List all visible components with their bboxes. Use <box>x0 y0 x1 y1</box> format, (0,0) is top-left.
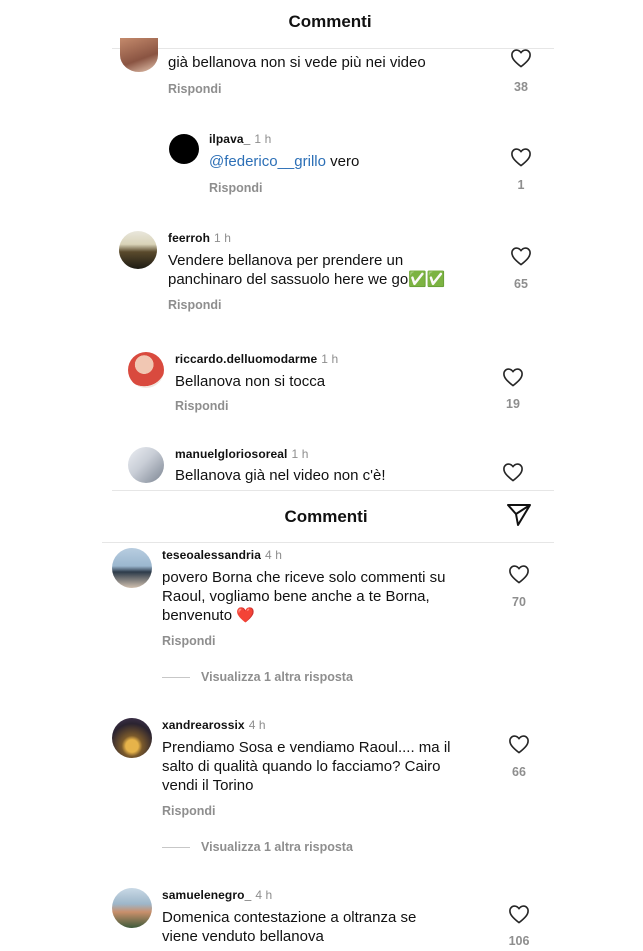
check-emoji: ✅✅ <box>408 271 446 288</box>
heart-icon[interactable] <box>502 367 524 387</box>
comment-username[interactable]: riccardo.delluomodarme 1 h <box>175 352 338 366</box>
comment-text: povero Borna che riceve solo commenti su… <box>162 569 446 624</box>
avatar[interactable] <box>120 38 158 72</box>
avatar[interactable] <box>128 447 164 483</box>
view-more-replies[interactable]: Visualizza 1 altra risposta <box>201 670 353 684</box>
panel1-title: Commenti <box>288 12 372 31</box>
reply-button[interactable]: Rispondi <box>209 181 262 195</box>
reply-button[interactable]: Rispondi <box>162 804 215 818</box>
comment-text: Vendere bellanova per prendere un panchi… <box>168 252 446 288</box>
panel2-title: Commenti <box>284 507 368 526</box>
panel-separator <box>112 490 554 491</box>
heart-emoji: ❤️ <box>236 607 255 624</box>
header-divider <box>112 48 554 49</box>
like-count: 38 <box>514 80 528 94</box>
comment-username[interactable]: samuelenegro_ 4 h <box>162 888 272 902</box>
reply-button[interactable]: Rispondi <box>168 82 221 96</box>
reply-button[interactable]: Rispondi <box>168 298 221 312</box>
heart-icon[interactable] <box>510 48 532 68</box>
comment-text: già bellanova non si vede più nei video <box>168 54 426 71</box>
comment-username[interactable]: feerroh 1 h <box>168 231 231 245</box>
avatar[interactable] <box>112 548 152 588</box>
comment-text: Bellanova non si tocca <box>175 373 326 390</box>
avatar[interactable] <box>112 888 152 928</box>
comment-text: Prendiamo Sosa e vendiamo Raoul.... ma i… <box>162 739 451 794</box>
like-count: 65 <box>514 277 528 291</box>
reply-button[interactable]: Rispondi <box>162 634 215 648</box>
comment-text: Domenica contestazione a oltranza se vie… <box>162 909 417 945</box>
heart-icon[interactable] <box>510 246 532 266</box>
heart-icon[interactable] <box>508 904 530 924</box>
heart-icon[interactable] <box>502 462 524 482</box>
view-more-replies[interactable]: Visualizza 1 altra risposta <box>201 840 353 854</box>
view-replies-line <box>162 677 190 678</box>
comment-username[interactable]: teseoalessandria 4 h <box>162 548 282 562</box>
comment-username[interactable]: ilpava_ 1 h <box>209 132 271 146</box>
view-replies-line <box>162 847 190 848</box>
comment-text: Bellanova già nel video non c'è! <box>175 467 386 484</box>
heart-icon[interactable] <box>510 147 532 167</box>
like-count: 19 <box>506 397 520 411</box>
avatar[interactable] <box>169 134 199 164</box>
heart-icon[interactable] <box>508 734 530 754</box>
header-divider <box>102 542 554 543</box>
like-count: 106 <box>508 934 530 948</box>
avatar[interactable] <box>128 352 164 388</box>
comment-text: @federico__grillo vero <box>209 153 360 170</box>
avatar[interactable] <box>119 231 157 269</box>
reply-button[interactable]: Rispondi <box>175 399 228 413</box>
comment-username[interactable]: manuelgloriosoreal 1 h <box>175 447 308 461</box>
like-count: 1 <box>517 178 525 192</box>
comment-username[interactable]: xandrearossix 4 h <box>162 718 266 732</box>
heart-icon[interactable] <box>508 564 530 584</box>
avatar[interactable] <box>112 718 152 758</box>
mention-link[interactable]: @federico__grillo <box>209 153 326 170</box>
like-count: 66 <box>512 765 526 779</box>
like-count: 70 <box>512 595 526 609</box>
paper-plane-icon[interactable] <box>505 502 533 533</box>
